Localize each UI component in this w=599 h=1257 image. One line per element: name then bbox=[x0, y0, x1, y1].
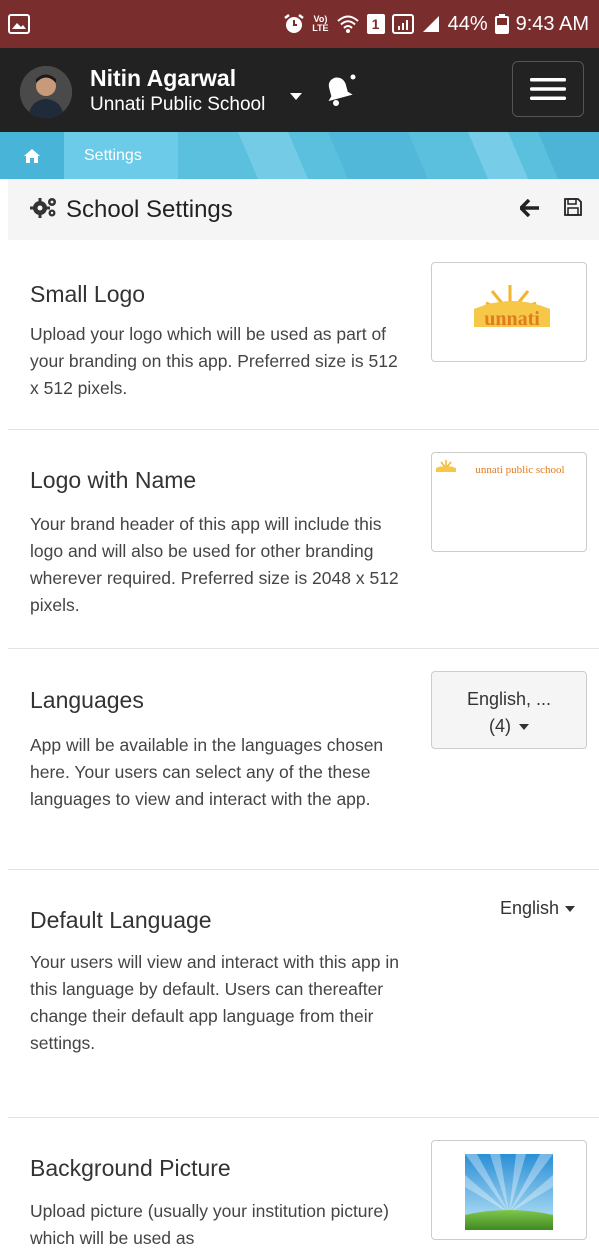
notifications-bell-icon[interactable] bbox=[322, 72, 356, 113]
setting-logo-with-name: Logo with Name Your brand header of this… bbox=[8, 430, 599, 649]
alarm-icon bbox=[283, 13, 305, 35]
hamburger-icon bbox=[530, 78, 566, 100]
home-icon bbox=[24, 148, 40, 163]
page-header: School Settings bbox=[8, 179, 599, 240]
setting-title: Logo with Name bbox=[30, 467, 197, 493]
languages-count: (4) bbox=[489, 716, 511, 736]
unnati-logo-image: unnati bbox=[474, 285, 550, 330]
languages-multiselect[interactable]: English, ... (4) bbox=[431, 671, 587, 749]
setting-title: Small Logo bbox=[30, 281, 146, 307]
setting-title: Languages bbox=[30, 687, 144, 713]
volte-icon: Vo) LTE bbox=[312, 15, 328, 33]
setting-title: Default Language bbox=[30, 907, 212, 933]
logo-name-text: unnati public school bbox=[475, 464, 564, 476]
default-language-dropdown[interactable]: English bbox=[500, 898, 576, 919]
school-name: Unnati Public School bbox=[90, 94, 266, 115]
default-language-value: English bbox=[500, 898, 560, 918]
battery-percent: 44% bbox=[447, 12, 488, 35]
back-arrow-icon[interactable] bbox=[518, 198, 540, 222]
setting-small-logo: Small Logo Upload your logo which will b… bbox=[8, 240, 599, 430]
lte-label: LTE bbox=[312, 23, 329, 33]
wifi-icon bbox=[336, 14, 360, 34]
user-name: Nitin Agarwal bbox=[90, 65, 237, 91]
setting-description: Upload picture (usually your institution… bbox=[30, 1201, 389, 1248]
sim-badge: 1 bbox=[371, 16, 380, 32]
unnati-name-logo-image: unnati public school bbox=[436, 460, 565, 476]
small-logo-text: unnati bbox=[484, 308, 540, 330]
sim-card-icon: 1 bbox=[366, 14, 385, 34]
app-header: Nitin Agarwal Unnati Public School bbox=[0, 48, 599, 132]
logo-with-name-upload[interactable]: unnati public school bbox=[431, 452, 587, 552]
breadcrumb-decoration bbox=[238, 132, 599, 179]
setting-description: Upload your logo which will be used as p… bbox=[30, 324, 398, 398]
small-logo-upload[interactable]: unnati bbox=[431, 262, 587, 362]
setting-description: Your brand header of this app will inclu… bbox=[30, 514, 399, 615]
setting-description: Your users will view and interact with t… bbox=[30, 952, 399, 1053]
setting-background-picture: Background Picture Upload picture (usual… bbox=[8, 1118, 599, 1257]
breadcrumb-home[interactable] bbox=[0, 132, 64, 179]
languages-selected-text: English, ... bbox=[466, 689, 552, 709]
user-menu-caret-icon[interactable] bbox=[290, 88, 302, 106]
cell-signal-icon bbox=[421, 14, 441, 34]
user-avatar[interactable] bbox=[20, 66, 72, 118]
setting-languages: Languages App will be available in the l… bbox=[8, 649, 599, 870]
breadcrumb: Settings bbox=[0, 132, 599, 179]
signal-1-icon bbox=[391, 14, 414, 34]
gallery-notification-icon bbox=[8, 14, 30, 34]
gears-icon bbox=[30, 195, 58, 224]
status-clock: 9:43 AM bbox=[515, 12, 589, 35]
battery-icon bbox=[494, 14, 509, 34]
setting-description: App will be available in the languages c… bbox=[30, 735, 384, 809]
breadcrumb-settings[interactable]: Settings bbox=[64, 132, 178, 179]
setting-title: Background Picture bbox=[30, 1155, 231, 1181]
background-picture-image bbox=[465, 1154, 553, 1230]
hamburger-menu-button[interactable] bbox=[512, 61, 584, 117]
caret-down-icon bbox=[565, 906, 576, 913]
save-floppy-icon[interactable] bbox=[564, 198, 582, 221]
page-title: School Settings bbox=[66, 195, 233, 223]
setting-default-language: Default Language Your users will view an… bbox=[8, 870, 599, 1118]
caret-down-icon bbox=[519, 724, 529, 731]
status-bar: Vo) LTE 1 44% 9:43 AM bbox=[0, 0, 599, 48]
background-picture-upload[interactable] bbox=[431, 1140, 587, 1240]
